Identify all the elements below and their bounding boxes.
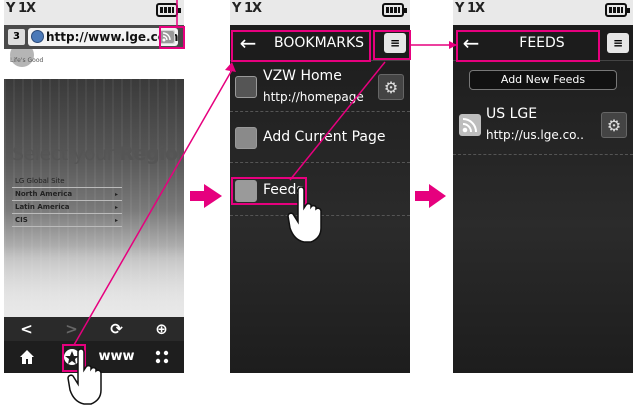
annotation-overlay	[62, 0, 600, 405]
feeds-pointer-line	[289, 61, 386, 181]
bookmark-pointer-line	[73, 69, 233, 346]
rss-highlight-box	[159, 26, 185, 49]
step-arrow	[190, 191, 204, 201]
hand-pointer-icon	[287, 186, 322, 243]
step-arrow	[415, 191, 429, 201]
pointer-arrowhead	[449, 41, 457, 49]
menu-highlight-box	[373, 30, 411, 60]
pointer-arrowhead	[225, 62, 236, 72]
feeds-title-highlight-box	[456, 30, 600, 62]
step-arrow	[429, 184, 446, 208]
bookmarks-title-highlight-box	[231, 30, 371, 62]
hand-pointer-icon	[67, 348, 102, 405]
feeds-highlight-box	[231, 177, 307, 205]
step-arrow	[204, 184, 222, 208]
